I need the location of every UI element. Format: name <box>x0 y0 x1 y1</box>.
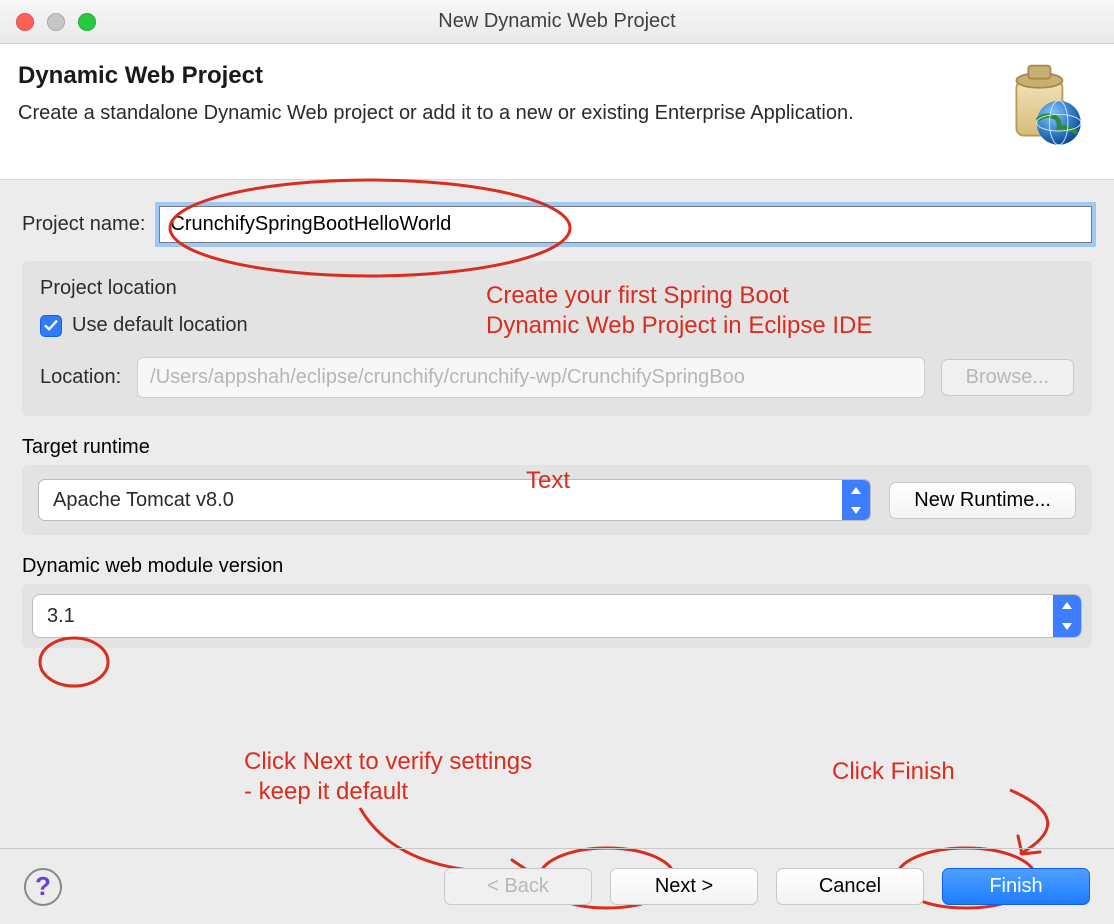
location-row: Location: Browse... <box>40 357 1074 398</box>
window-traffic-lights <box>0 13 96 31</box>
annotation-click-finish: Click Finish <box>832 756 955 787</box>
wizard-title: Dynamic Web Project <box>18 62 854 90</box>
project-name-row: Project name: <box>22 206 1092 243</box>
zoom-window-icon[interactable] <box>78 13 96 31</box>
use-default-location-row: Use default location <box>40 314 1074 337</box>
project-location-group: Project location Use default location Lo… <box>22 261 1092 416</box>
browse-button: Browse... <box>941 359 1074 396</box>
target-runtime-group: Apache Tomcat v8.0 New Runtime... <box>22 465 1092 535</box>
use-default-location-label: Use default location <box>72 314 248 337</box>
dwmv-combo[interactable]: 3.1 <box>32 594 1082 638</box>
location-label: Location: <box>40 366 121 389</box>
target-runtime-label: Target runtime <box>22 436 1092 459</box>
project-name-label: Project name: <box>22 213 145 236</box>
close-window-icon[interactable] <box>16 13 34 31</box>
target-runtime-value: Apache Tomcat v8.0 <box>39 489 842 512</box>
new-runtime-button[interactable]: New Runtime... <box>889 482 1076 519</box>
window-title: New Dynamic Web Project <box>0 10 1114 33</box>
titlebar: New Dynamic Web Project <box>0 0 1114 44</box>
annotation-next-note-2: - keep it default <box>244 776 408 807</box>
dwmv-value: 3.1 <box>33 605 1053 628</box>
use-default-location-checkbox[interactable] <box>40 315 62 337</box>
finish-button[interactable]: Finish <box>942 868 1090 905</box>
cancel-button[interactable]: Cancel <box>776 868 924 905</box>
wizard-button-bar: ? < Back Next > Cancel Finish <box>0 848 1114 924</box>
back-button: < Back <box>444 868 592 905</box>
project-name-input[interactable] <box>159 206 1092 243</box>
help-button[interactable]: ? <box>24 868 62 906</box>
project-location-title: Project location <box>40 277 1074 300</box>
wizard-header: Dynamic Web Project Create a standalone … <box>0 44 1114 180</box>
combo-stepper-icon[interactable] <box>842 480 870 520</box>
location-input <box>137 357 924 398</box>
dwmv-group: 3.1 <box>22 584 1092 648</box>
web-project-jar-globe-icon <box>998 62 1090 159</box>
combo-stepper-icon[interactable] <box>1053 595 1081 637</box>
wizard-description: Create a standalone Dynamic Web project … <box>18 100 854 127</box>
next-button[interactable]: Next > <box>610 868 758 905</box>
target-runtime-combo[interactable]: Apache Tomcat v8.0 <box>38 479 871 521</box>
minimize-window-icon <box>47 13 65 31</box>
annotation-next-note-1: Click Next to verify settings <box>244 746 532 777</box>
dwmv-label: Dynamic web module version <box>22 555 1092 578</box>
